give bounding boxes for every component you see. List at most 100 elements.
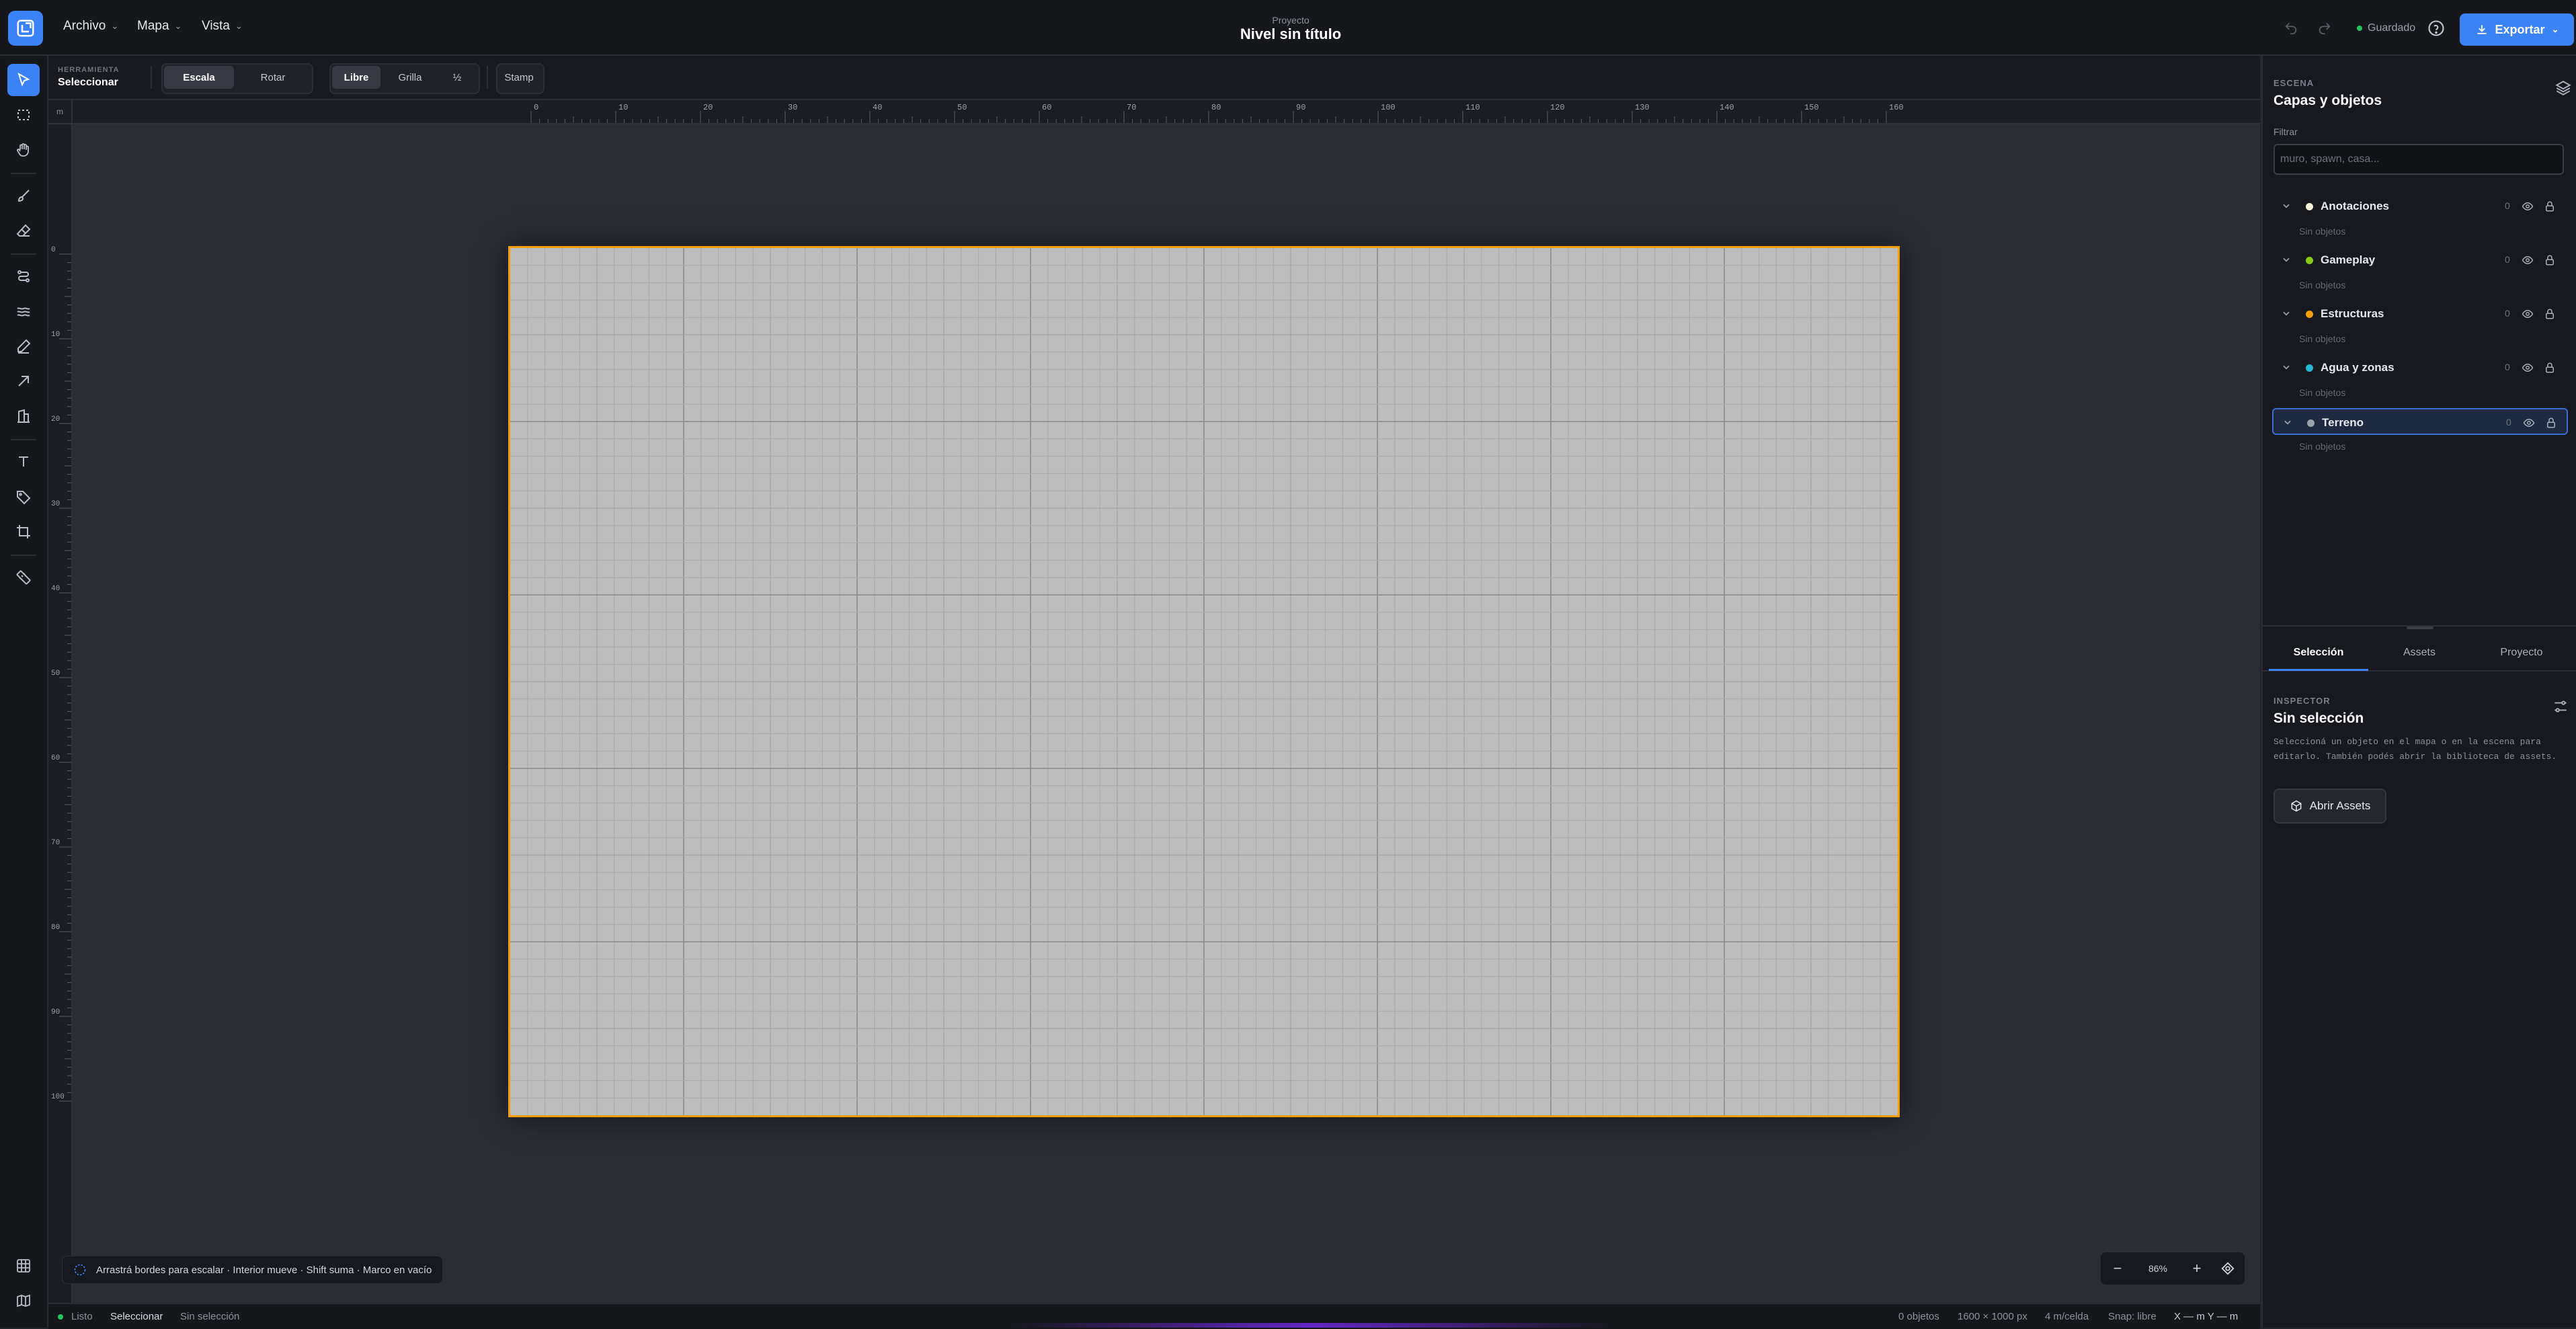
zoom-in-button[interactable]: + xyxy=(2181,1252,2212,1285)
layer-row[interactable]: Agua y zonas 0 xyxy=(2272,354,2568,381)
export-button[interactable]: Exportar ⌄ xyxy=(2460,13,2574,46)
ruler-label: 70 xyxy=(1127,103,1136,112)
rotate-mode-button[interactable]: Rotar xyxy=(238,66,308,89)
grid-toggle-icon[interactable] xyxy=(7,1250,40,1282)
pen-tool-icon[interactable] xyxy=(7,330,40,362)
chevron-down-icon[interactable] xyxy=(2283,417,2292,427)
scene-heading: ESCENA xyxy=(2273,78,2315,88)
ruler-label: 50 xyxy=(51,670,60,678)
snap-free-button[interactable]: Libre xyxy=(332,66,380,89)
snap-half-button[interactable]: ½ xyxy=(440,66,475,89)
eye-icon[interactable] xyxy=(2521,254,2534,266)
layers-icon[interactable] xyxy=(2554,79,2572,97)
ruler-unit: m xyxy=(48,100,73,124)
hint-text: Arrastrá bordes para escalar · Interior … xyxy=(96,1264,432,1276)
eye-icon[interactable] xyxy=(2521,362,2534,374)
layer-count: 0 xyxy=(2506,417,2511,428)
path-tool-icon[interactable] xyxy=(7,260,40,292)
left-toolbar xyxy=(0,56,48,1328)
lock-icon[interactable] xyxy=(2544,253,2556,267)
building-tool-icon[interactable] xyxy=(7,400,40,432)
layer-row[interactable]: Anotaciones 0 xyxy=(2272,193,2568,220)
chevron-down-icon[interactable] xyxy=(2282,362,2291,372)
layer-empty-text: Sin objetos xyxy=(2299,387,2346,398)
layer-name: Gameplay xyxy=(2321,253,2376,266)
lock-icon[interactable] xyxy=(2544,307,2556,321)
ruler-label: 100 xyxy=(1381,103,1396,112)
layer-row[interactable]: Estructuras 0 xyxy=(2272,300,2568,327)
ruler-label: 110 xyxy=(1465,103,1480,112)
chevron-down-icon: ⌄ xyxy=(2551,24,2559,34)
inspector-settings-icon[interactable] xyxy=(2552,698,2569,715)
chevron-down-icon[interactable] xyxy=(2282,201,2291,210)
tab-assets[interactable]: Assets xyxy=(2369,635,2470,670)
layer-empty-text: Sin objetos xyxy=(2299,280,2346,290)
fit-view-icon[interactable] xyxy=(2212,1252,2243,1285)
water-tool-icon[interactable] xyxy=(7,295,40,327)
eye-icon[interactable] xyxy=(2521,308,2534,320)
undo-icon[interactable] xyxy=(2282,19,2300,38)
lock-icon[interactable] xyxy=(2544,200,2556,213)
stamp-button[interactable]: Stamp xyxy=(499,66,539,89)
tag-tool-icon[interactable] xyxy=(7,481,40,513)
app-logo-icon[interactable] xyxy=(8,11,43,46)
layer-name: Agua y zonas xyxy=(2321,361,2394,374)
layer-row[interactable]: Gameplay 0 xyxy=(2272,247,2568,274)
zoom-out-button[interactable]: − xyxy=(2101,1252,2134,1285)
layer-empty-text: Sin objetos xyxy=(2299,226,2346,237)
lock-icon[interactable] xyxy=(2545,416,2557,430)
tab-seleccion[interactable]: Selección xyxy=(2268,635,2369,670)
select-tool-icon[interactable] xyxy=(7,64,40,96)
ruler-label: 0 xyxy=(534,103,538,112)
ruler-label: 150 xyxy=(1804,103,1819,112)
help-icon[interactable] xyxy=(2427,19,2446,38)
text-tool-icon[interactable] xyxy=(7,446,40,478)
status-tool: Seleccionar xyxy=(110,1311,163,1322)
redo-icon[interactable] xyxy=(2315,19,2334,38)
inspector-title: Sin selección xyxy=(2273,711,2364,726)
eye-icon[interactable] xyxy=(2522,417,2536,429)
resize-handle[interactable] xyxy=(2407,627,2433,629)
ruler-label: 20 xyxy=(51,415,60,424)
chevron-down-icon[interactable] xyxy=(2282,255,2291,264)
pan-hand-icon[interactable] xyxy=(7,134,40,166)
menu-mapa[interactable]: Mapa ⌄ xyxy=(137,19,182,34)
status-selection: Sin selección xyxy=(180,1311,240,1322)
map-area[interactable] xyxy=(508,246,1900,1117)
arrow-tool-icon[interactable] xyxy=(7,365,40,397)
ruler-label: 140 xyxy=(1720,103,1734,112)
ruler-label: 70 xyxy=(51,839,60,847)
lock-icon[interactable] xyxy=(2544,361,2556,374)
measure-tool-icon[interactable] xyxy=(7,561,40,594)
eraser-tool-icon[interactable] xyxy=(7,214,40,247)
crop-tool-icon[interactable] xyxy=(7,516,40,548)
ruler-label: 0 xyxy=(51,246,56,254)
brush-tool-icon[interactable] xyxy=(7,179,40,212)
snap-grid-button[interactable]: Grilla xyxy=(385,66,436,89)
panel-tabs: Selección Assets Proyecto xyxy=(2261,635,2576,672)
ruler-label: 60 xyxy=(1042,103,1051,112)
save-status: Guardado xyxy=(2357,22,2415,34)
scale-mode-button[interactable]: Escala xyxy=(164,66,234,89)
layer-row[interactable]: Terreno 0 xyxy=(2272,408,2568,435)
open-assets-button[interactable]: Abrir Assets xyxy=(2273,789,2386,823)
zoom-level[interactable]: 86% xyxy=(2134,1252,2181,1285)
filter-input[interactable] xyxy=(2273,144,2564,175)
ruler-label: 30 xyxy=(788,103,797,112)
eye-icon[interactable] xyxy=(2521,200,2534,212)
chevron-down-icon[interactable] xyxy=(2282,309,2291,318)
status-coords: X — m Y — m xyxy=(2174,1311,2239,1322)
ruler-label: 40 xyxy=(51,585,60,593)
menu-vista[interactable]: Vista ⌄ xyxy=(202,19,243,34)
map-view-icon[interactable] xyxy=(7,1285,40,1317)
ruler-label: 40 xyxy=(873,103,882,112)
tool-heading: HERRAMIENTA xyxy=(58,66,120,74)
project-title[interactable]: Nivel sin título xyxy=(1156,26,1425,43)
menu-label: Mapa xyxy=(137,19,169,33)
marquee-tool-icon[interactable] xyxy=(7,99,40,131)
ruler-label: 60 xyxy=(51,754,60,762)
menu-archivo[interactable]: Archivo ⌄ xyxy=(63,19,118,34)
tab-proyecto[interactable]: Proyecto xyxy=(2471,635,2572,670)
layer-name: Estructuras xyxy=(2321,307,2384,320)
layer-count: 0 xyxy=(2505,308,2510,319)
